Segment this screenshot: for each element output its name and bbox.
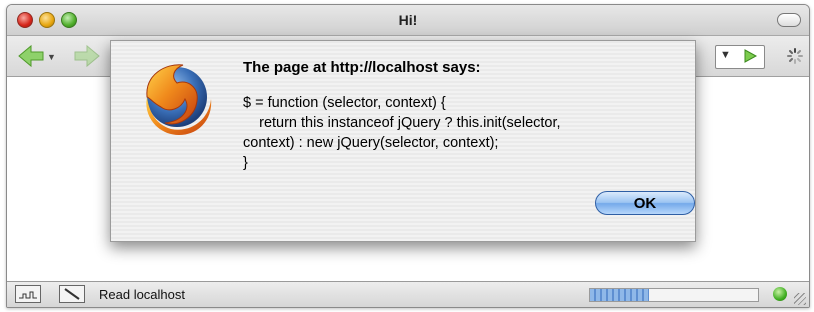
url-bar[interactable]: ▼ — [715, 45, 765, 69]
back-arrow-icon[interactable] — [17, 44, 45, 73]
go-arrow-icon[interactable] — [742, 48, 758, 69]
url-history-dropdown-icon[interactable]: ▼ — [720, 49, 731, 61]
edit-pen-icon[interactable] — [59, 285, 85, 303]
toolbar-toggle-button[interactable] — [777, 13, 801, 27]
window-title: Hi! — [398, 12, 418, 28]
status-ok-icon — [773, 287, 787, 301]
dialog-message: $ = function (selector, context) { retur… — [243, 95, 561, 171]
dialog-heading: The page at http://localhost says: — [243, 59, 481, 76]
activity-monitor-icon[interactable] — [15, 285, 41, 303]
status-text: Read localhost — [99, 287, 185, 302]
firefox-logo-icon — [133, 57, 217, 146]
progress-bar — [589, 288, 759, 302]
javascript-alert-dialog: The page at http://localhost says: $ = f… — [110, 40, 696, 242]
back-history-dropdown[interactable]: ▼ — [47, 52, 56, 62]
resize-grip-icon[interactable] — [794, 293, 806, 305]
title-bar: Hi! — [7, 5, 809, 36]
status-bar: Read localhost — [7, 281, 809, 307]
progress-fill — [590, 289, 649, 301]
ok-button[interactable]: OK — [595, 191, 695, 215]
forward-arrow-icon[interactable] — [73, 44, 101, 73]
loading-spinner-icon — [787, 48, 803, 69]
